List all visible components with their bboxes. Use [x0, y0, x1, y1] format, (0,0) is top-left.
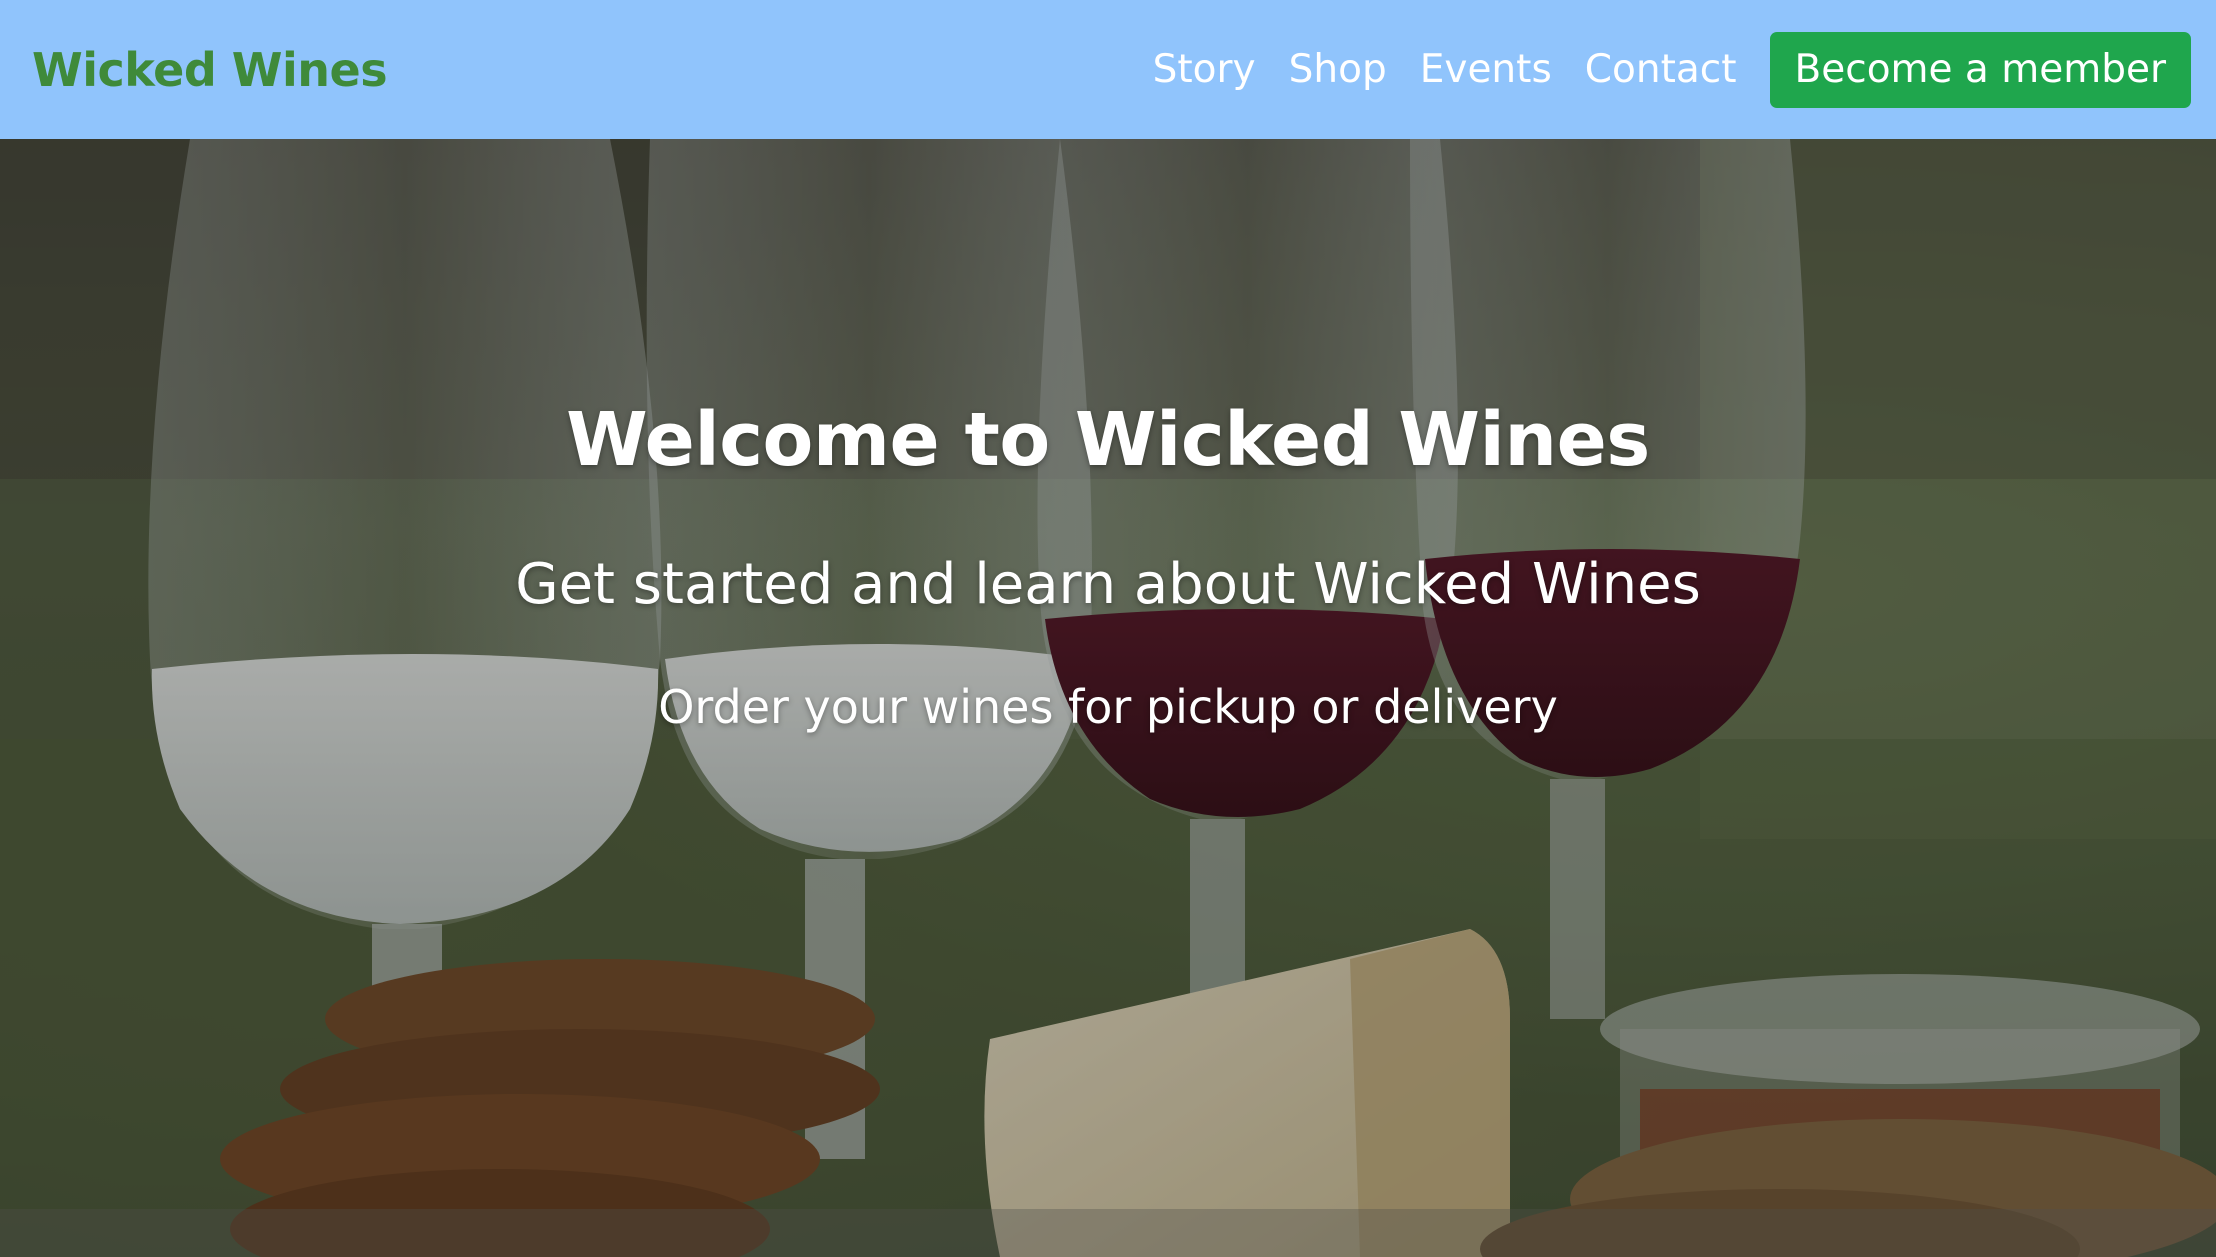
nav-right: Story Shop Events Contact Become a membe… — [1153, 31, 2191, 108]
brand-logo-link[interactable]: Wicked Wines — [32, 43, 388, 97]
nav-link-contact[interactable]: Contact — [1585, 47, 1737, 92]
nav-link-story[interactable]: Story — [1153, 47, 1256, 92]
nav-link-events[interactable]: Events — [1420, 47, 1552, 92]
hero-section: Welcome to Wicked Wines Get started and … — [0, 139, 2216, 1257]
hero-tagline: Order your wines for pickup or delivery — [658, 680, 1558, 734]
nav-links: Story Shop Events Contact — [1153, 47, 1770, 92]
page: Wicked Wines Story Shop Events Contact B… — [0, 0, 2216, 1257]
hero-content: Welcome to Wicked Wines Get started and … — [0, 139, 2216, 1257]
hero-title: Welcome to Wicked Wines — [566, 397, 1650, 483]
hero-subtitle: Get started and learn about Wicked Wines — [515, 552, 1701, 617]
navbar: Wicked Wines Story Shop Events Contact B… — [0, 0, 2216, 139]
nav-link-shop[interactable]: Shop — [1289, 47, 1387, 92]
become-member-button[interactable]: Become a member — [1769, 31, 2191, 108]
